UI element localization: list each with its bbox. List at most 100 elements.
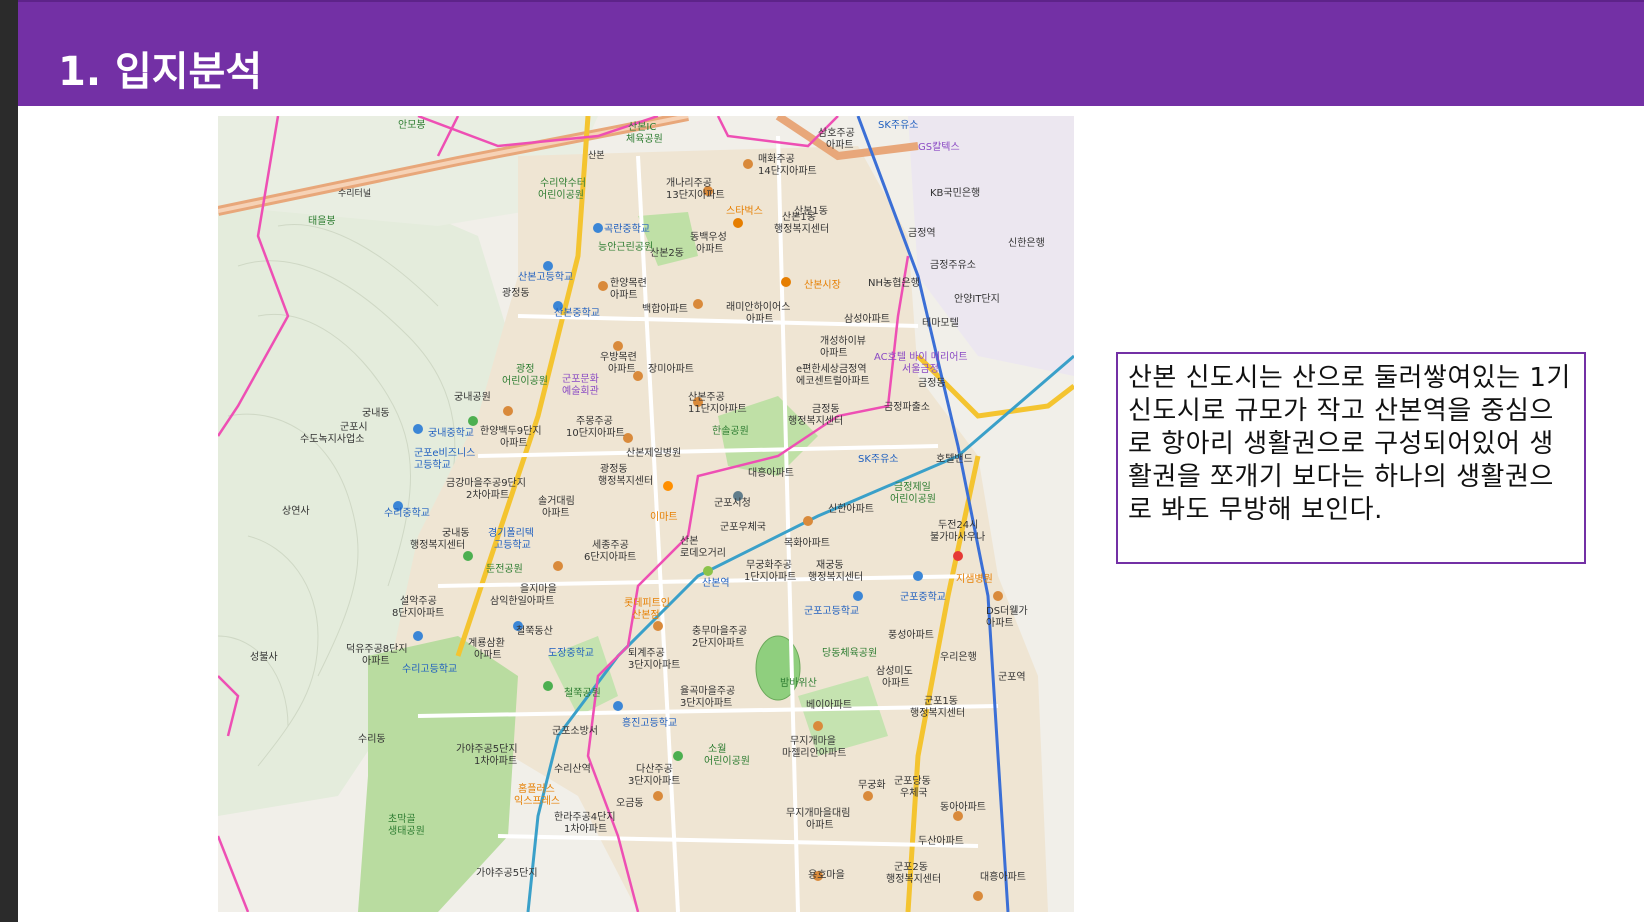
map-label: 아파트 [806,819,834,831]
map-label: 가야주공5단지 [456,743,518,755]
map-label: 동아아파트 [940,801,986,813]
map-label: 산본주공 [688,391,725,403]
map-label: 대흥아파트 [748,466,794,479]
map-label: KB국민은행 [930,187,980,199]
map-label: 스타벅스 [726,205,763,217]
map-label: 군포1동 [924,695,958,707]
map-label: 세종주공 [592,539,629,551]
map-label: 2차아파트 [466,489,509,501]
map-label: 산본역 [702,577,730,589]
map-label: 광정 [516,363,534,375]
map-label: 군포당동 [894,775,931,787]
map-label: 생태공원 [388,825,425,837]
map-label: 행정복지센터 [788,415,843,427]
map-label: 아파트 [820,347,848,359]
map-label: 아파트 [362,655,390,667]
map-label: 개나리주공 [666,177,712,189]
map-label: 한라주공4단지 [554,811,616,823]
map-label: 무지개마을 [790,735,836,747]
map-label: 롯데피트인 [624,597,670,609]
map-label: 당동체육공원 [822,647,877,659]
map-label: 장미아파트 [648,363,694,375]
map-label: 초막골 [388,813,416,825]
map-label: 우방목련 [600,351,637,363]
map-label: 서울금정 [902,363,939,375]
map-label: 로데오거리 [680,547,726,559]
map-label: 안양IT단지 [954,293,1000,305]
map-label: 3단지아파트 [628,775,680,787]
analysis-text-box: 산본 신도시는 산으로 둘러쌓여있는 1기 신도시로 규모가 작고 산본역을 중… [1116,352,1586,564]
map-label: 아파트 [986,617,1014,629]
map-label: 어린이공원 [502,375,548,387]
map-label: 체육공원 [626,133,663,145]
map-label: 둔전공원 [486,563,523,575]
map-label: 예술회관 [562,385,599,397]
map-label: 지샘병원 [956,573,993,585]
map-label: 무궁화 [858,779,886,791]
map-label: 산본 [680,535,698,547]
map-label: 군포중학교 [900,591,946,603]
map-label: 대흥아파트 [980,870,1026,883]
map-label: 궁내공원 [454,391,491,403]
map-label: 철쭉공원 [564,687,601,699]
map-label: 군포시청 [714,497,751,509]
map-label: 2단지아파트 [692,637,744,649]
map-label: 군포시 [340,421,368,433]
map-label: 용호마을 [808,869,845,881]
map-label: 흥진고등학교 [622,716,677,729]
map-label: 행정복지센터 [886,873,941,885]
map-label: 행정복지센터 [774,223,829,235]
map-label: 아파트 [474,649,502,661]
map-label: 아파트 [608,363,636,375]
map-label: 13단지아파트 [666,189,725,201]
map-label: 철쭉동산 [516,625,553,637]
map-label: 개성하이뷰 [820,334,866,347]
map-label: 백합아파트 [642,303,688,315]
map-label: 군포소방서 [552,725,598,737]
map-label: 1차아파트 [564,823,607,835]
map-label: 고등학교 [414,459,451,471]
map-label: 태을봉 [308,215,336,227]
map-label: 행정복지센터 [808,571,863,583]
map-label: 두산아파트 [918,835,964,847]
map-label: 베이아파트 [806,699,852,711]
map-label: 수리터널 [338,188,371,199]
map-label: 동백우성 [690,231,727,243]
map-label: 계룡삼환 [468,637,505,649]
map-label: 금정역 [908,227,936,239]
map-label: 가야주공5단지 [476,867,538,879]
map-label: 수리고등학교 [402,663,457,675]
map-label: 밤바위산 [780,676,817,689]
map-label: 군포역 [998,671,1026,683]
map-label: 금정파출소 [884,401,930,413]
map-label: 신한아파트 [828,503,874,515]
map-label: SK주유소 [878,119,919,131]
map-label: 군포우체국 [720,521,766,533]
map-label: 수리약수터 [540,177,586,189]
map-label: 어린이공원 [890,493,936,505]
slide-title: 1. 입지분석 [58,49,263,95]
map-label: 금강마을주공9단지 [446,477,526,489]
map-label: 산본시장 [804,279,841,291]
map-label: 금정동 [918,377,946,389]
map-label: NH농협은행 [868,276,920,289]
map-label: 상연사 [282,505,310,517]
map-label: 도장중학교 [548,647,594,659]
map-label: 산본제일병원 [626,447,681,459]
map-label: 아파트 [882,677,910,689]
map-label: 8단지아파트 [392,607,444,619]
map-label: 곡란중학교 [604,223,650,235]
map-label: 불가마사우나 [930,531,985,543]
map-label: 한솔공원 [712,425,749,437]
map-label: 신한은행 [1008,237,1045,249]
map-label: 1단지아파트 [744,571,796,583]
map-label: 궁내동 [362,407,390,419]
map-label: 무지개마을대림 [786,807,850,819]
map-label: 14단지아파트 [758,165,817,177]
map-label: 행정복지센터 [598,475,653,487]
map-label: 오금동 [616,797,644,809]
map-label: 광정동 [600,463,628,475]
map-label: 1차아파트 [474,755,517,767]
map-label: 군포2동 [894,861,928,873]
map-label: 래미안하이어스 [726,300,790,313]
